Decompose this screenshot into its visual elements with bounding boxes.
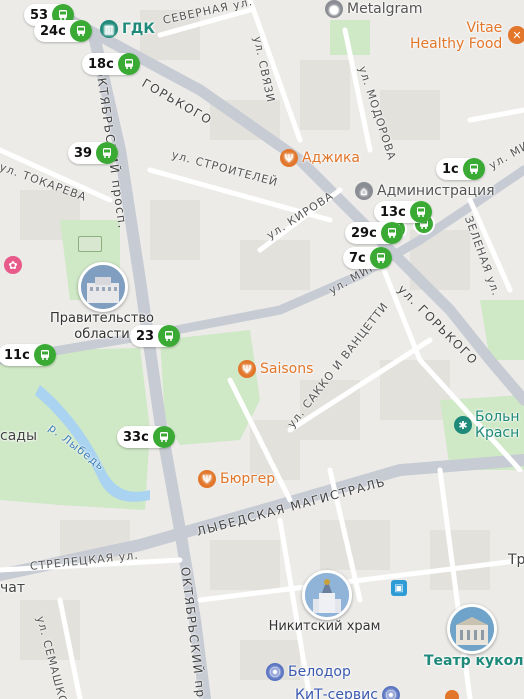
shop-icon[interactable]: ▣ — [391, 580, 407, 596]
store-icon: ⦿ — [266, 663, 284, 681]
bus-icon — [96, 142, 119, 164]
bus-stop-1c[interactable]: 1с — [436, 158, 485, 180]
poi-label: Бюргер — [220, 471, 276, 487]
bus-route-label: 24с — [40, 23, 66, 39]
poi-belodor[interactable]: ⦿ Белодор — [266, 663, 351, 681]
poi-label: КиТ-сервис — [295, 687, 378, 699]
bus-icon — [117, 53, 140, 75]
bus-icon — [462, 158, 485, 180]
poi-label: Аджика — [302, 150, 361, 166]
bus-icon — [33, 344, 56, 366]
poi-label-line2: Healthy Food — [410, 36, 503, 52]
bus-route-label: 18с — [88, 56, 114, 72]
poi-nikitsky-label: Никитский храм — [268, 619, 381, 634]
restaurant-icon[interactable]: ✕ — [508, 26, 524, 44]
poi-kit-service[interactable]: КиТ-сервис ⦿ — [295, 686, 404, 699]
bus-stop-33c[interactable]: 33с — [117, 426, 175, 448]
poi-puppet-theater[interactable]: Театр кукол — [424, 653, 524, 669]
restaurant-icon[interactable] — [445, 690, 459, 699]
poi-label: Saisons — [260, 361, 314, 377]
bus-stop-24c[interactable]: 24с — [34, 20, 92, 42]
restaurant-icon: Ψ — [280, 149, 298, 167]
map-base-layer — [0, 0, 524, 699]
government-building-icon: ⌂ — [355, 182, 373, 200]
bus-icon — [380, 222, 403, 244]
bus-route-label: 33с — [123, 429, 149, 445]
poi-label-line1: Vitae — [466, 20, 503, 36]
bus-route-label: 7с — [349, 250, 366, 266]
bus-stop-39[interactable]: 39 — [68, 142, 119, 164]
bus-route-label: 29с — [351, 225, 377, 241]
bus-stop-11c[interactable]: 11с — [0, 344, 56, 366]
poi-adzhika[interactable]: Ψ Аджика — [280, 149, 360, 167]
map-canvas[interactable]: СЕВЕРНАЯ ул. ул. СВЯЗИ ГОРЬКОГО ул. МОДО… — [0, 0, 524, 699]
hospital-icon[interactable]: ✱ — [454, 416, 472, 434]
restaurant-icon: Ψ — [198, 470, 216, 488]
restaurant-icon: Ψ — [238, 360, 256, 378]
bus-route-label: 13с — [380, 204, 406, 220]
poi-gdk[interactable]: ▥ ГДК — [100, 20, 155, 38]
poi-label: Белодор — [288, 664, 351, 680]
theater-photo[interactable] — [447, 604, 497, 654]
poi-label-line1: Правительство — [50, 311, 154, 326]
bus-icon — [409, 201, 432, 223]
church-photo[interactable] — [302, 570, 352, 620]
poi-label: Metalgram — [347, 1, 423, 17]
bus-stop-7c[interactable]: 7с — [343, 247, 392, 269]
bus-route-label: 1с — [442, 161, 459, 177]
poi-metalgram[interactable]: ● Metalgram — [325, 0, 423, 18]
bus-icon — [69, 20, 92, 42]
bus-route-label: 11с — [4, 347, 30, 363]
poi-saisons[interactable]: Ψ Saisons — [238, 360, 313, 378]
government-building-photo[interactable] — [78, 262, 128, 312]
bus-stop-18c[interactable]: 18с — [82, 53, 140, 75]
poi-government-label: Правительство области — [42, 311, 162, 343]
flower-shop-icon[interactable]: ✿ — [4, 256, 22, 274]
poi-administration[interactable]: ⌂ Администрация — [355, 182, 495, 200]
poi-chat-partial: чат — [0, 580, 26, 596]
monument-icon[interactable] — [78, 236, 102, 252]
poi-burger[interactable]: Ψ Бюргер — [198, 470, 275, 488]
poi-label-line2: области — [74, 327, 130, 342]
bus-icon — [152, 426, 175, 448]
bus-icon — [369, 247, 392, 269]
pin-icon: ● — [325, 0, 343, 18]
poi-tr-partial: Тр — [508, 552, 524, 568]
poi-label: ГДК — [122, 21, 155, 37]
poi-label: Администрация — [377, 183, 495, 199]
theater-icon: ▥ — [100, 20, 118, 38]
bus-stop-13c[interactable]: 13с — [374, 201, 432, 223]
poi-vitae[interactable]: Vitae Healthy Food — [410, 20, 502, 52]
store-icon: ⦿ — [381, 686, 400, 699]
poi-sady: сады — [0, 428, 38, 444]
bus-route-label: 39 — [74, 145, 93, 161]
bus-stop-29c[interactable]: 29с — [345, 222, 403, 244]
